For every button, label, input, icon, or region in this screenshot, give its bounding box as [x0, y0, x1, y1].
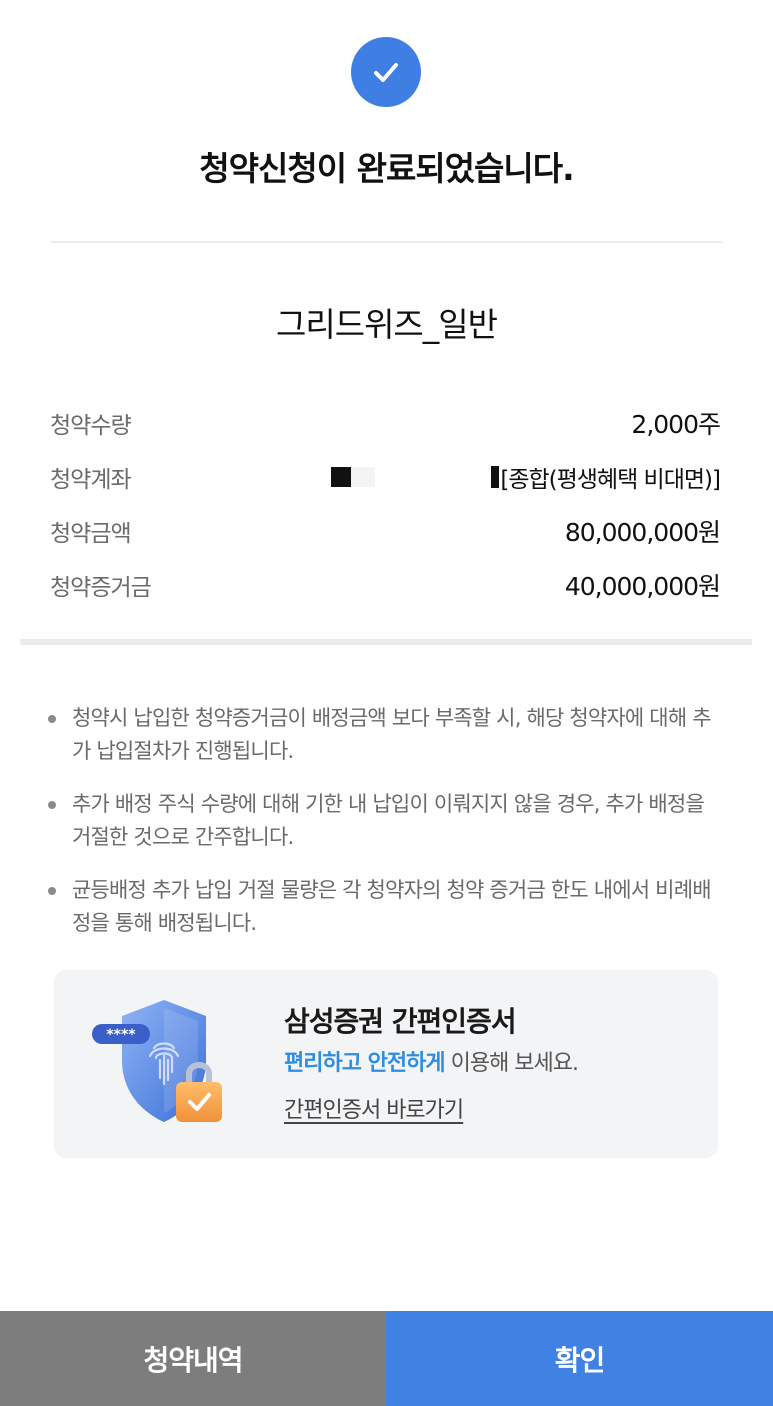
- notice-text: 추가 배정 주식 수량에 대해 기한 내 납입이 이뤄지지 않을 경우, 추가 …: [72, 792, 705, 849]
- quantity-label: 청약수량: [50, 413, 132, 439]
- amount-label: 청약금액: [50, 521, 132, 547]
- section-divider: [20, 639, 752, 645]
- quantity-value: 2,000주: [631, 410, 721, 439]
- check-icon: [351, 37, 421, 107]
- deposit-value: 40,000,000원: [564, 572, 721, 601]
- bottom-action-bar: 청약내역 확인: [0, 1311, 773, 1406]
- notice-list: 청약시 납입한 청약증거금이 배정금액 보다 부족할 시, 해당 청약자에 대해…: [48, 702, 728, 960]
- amount-value: 80,000,000원: [564, 518, 721, 547]
- cert-banner-desc-accent: 편리하고 안전하게: [284, 1051, 446, 1076]
- detail-row-deposit: 청약증거금 40,000,000원: [50, 558, 721, 612]
- redaction-mask: [491, 466, 500, 488]
- cert-banner-desc: 편리하고 안전하게 이용해 보세요.: [284, 1045, 579, 1077]
- bullet-icon: [48, 887, 56, 895]
- detail-row-amount: 청약금액 80,000,000원: [50, 504, 721, 558]
- subscription-history-button[interactable]: 청약내역: [0, 1311, 386, 1406]
- redaction-mask: [351, 467, 375, 487]
- cert-banner-title: 삼성증권 간편인증서: [284, 1005, 517, 1038]
- subscription-details: 청약수량 2,000주 청약계좌 [종합(평생혜택 비대면)] 청약금액 80,…: [50, 396, 721, 612]
- complete-title: 청약신청이 완료되었습니다.: [199, 149, 574, 188]
- detail-row-quantity: 청약수량 2,000주: [50, 396, 721, 450]
- notice-text: 청약시 납입한 청약증거금이 배정금액 보다 부족할 시, 해당 청약자에 대해…: [72, 706, 712, 763]
- notice-item: 추가 배정 주식 수량에 대해 기한 내 납입이 이뤄지지 않을 경우, 추가 …: [48, 788, 728, 854]
- detail-row-account: 청약계좌 [종합(평생혜택 비대면)]: [50, 450, 721, 504]
- product-name: 그리드위즈_일반: [275, 305, 498, 344]
- bullet-icon: [48, 801, 56, 809]
- cert-shortcut-link[interactable]: 간편인증서 바로가기: [284, 1092, 464, 1124]
- notice-item: 균등배정 추가 납입 거절 물량은 각 청약자의 청약 증거금 한도 내에서 비…: [48, 874, 728, 940]
- notice-text: 균등배정 추가 납입 거절 물량은 각 청약자의 청약 증거금 한도 내에서 비…: [72, 878, 712, 935]
- account-value-wrap: [종합(평생혜택 비대면)]: [491, 460, 721, 494]
- account-label: 청약계좌: [50, 467, 132, 493]
- divider: [50, 241, 722, 243]
- notice-item: 청약시 납입한 청약증거금이 배정금액 보다 부족할 시, 해당 청약자에 대해…: [48, 702, 728, 768]
- simple-cert-banner[interactable]: **** 삼성증권 간편인증서 편리하고 안전하게 이용해 보세요. 간편인증서…: [54, 970, 718, 1158]
- subscription-complete-screen: 청약신청이 완료되었습니다. 그리드위즈_일반 청약수량 2,000주 청약계좌…: [0, 0, 773, 1406]
- account-value: [종합(평생혜택 비대면)]: [500, 467, 721, 493]
- password-mask-text: ****: [106, 1027, 136, 1043]
- deposit-label: 청약증거금: [50, 575, 152, 601]
- cert-banner-desc-rest: 이용해 보세요.: [444, 1051, 579, 1076]
- confirm-button[interactable]: 확인: [386, 1311, 773, 1406]
- bullet-icon: [48, 715, 56, 723]
- redaction-mask: [331, 467, 351, 487]
- shield-lock-icon: ****: [84, 994, 224, 1134]
